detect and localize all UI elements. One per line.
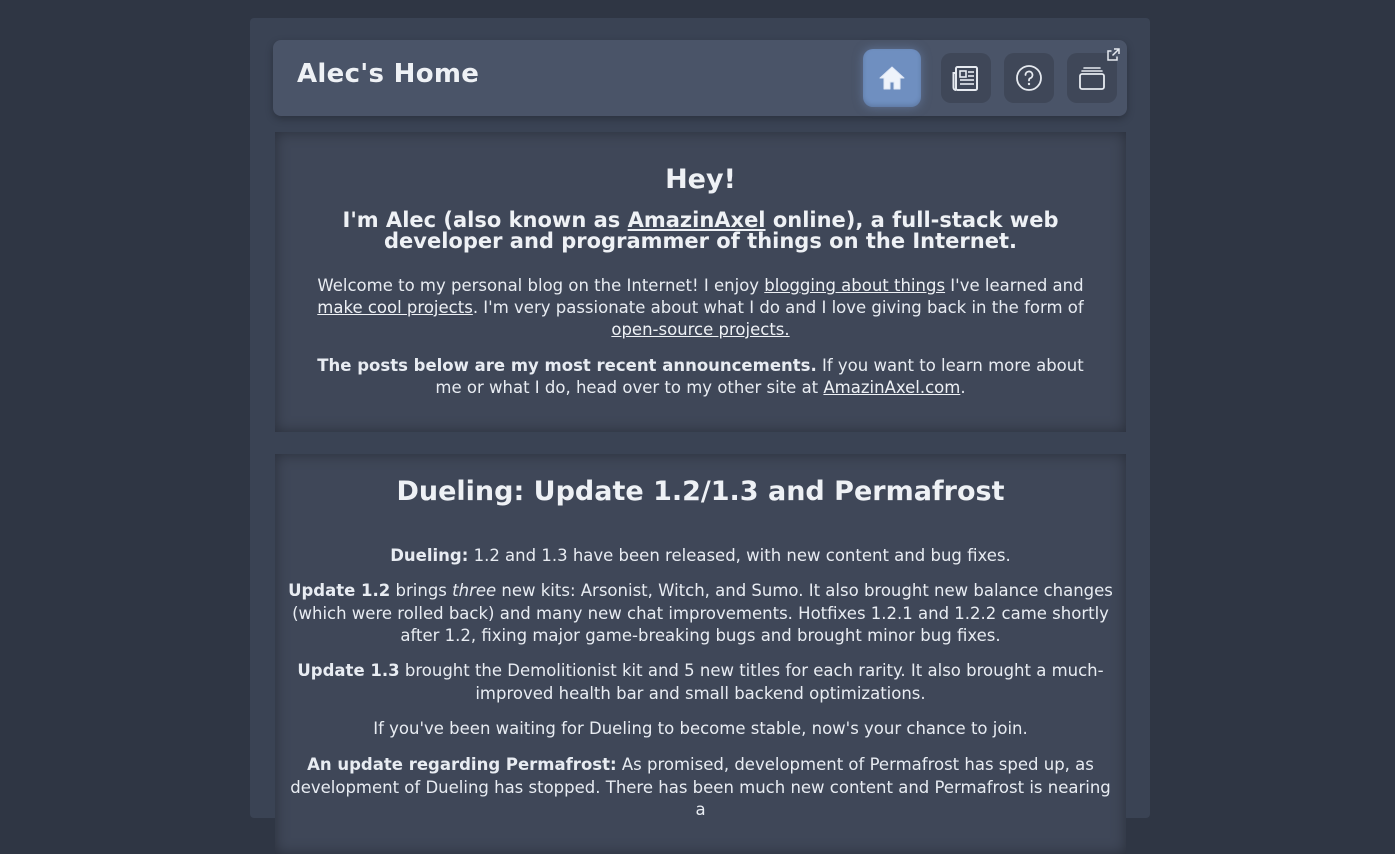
post-emphasis-three: three: [452, 581, 497, 600]
site-header: Alec's Home: [273, 40, 1127, 116]
nav-external-site-button[interactable]: [1067, 48, 1120, 103]
nav-home-button[interactable]: [863, 49, 921, 107]
amazinaxel-com-link[interactable]: AmazinAxel.com: [823, 378, 960, 397]
open-source-link[interactable]: open-source projects.: [611, 320, 789, 339]
post-paragraph-3: Update 1.3 brought the Demolitionist kit…: [283, 660, 1118, 705]
welcome-text-3: . I'm very passionate about what I do an…: [472, 298, 1084, 317]
newspaper-icon: [951, 63, 981, 93]
cards-icon: [1077, 63, 1107, 93]
post-paragraph-2: Update 1.2 brings three new kits: Arsoni…: [283, 580, 1118, 648]
post-bold-permafrost: An update regarding Permafrost:: [307, 755, 617, 774]
announcements-bold-text: The posts below are my most recent annou…: [317, 356, 817, 375]
page-container: Alec's Home Hey! I'm Alec (also known as…: [250, 18, 1150, 854]
intro-card: Hey! I'm Alec (also known as AmazinAxel …: [275, 132, 1126, 432]
blogging-link[interactable]: blogging about things: [764, 276, 945, 295]
projects-link[interactable]: make cool projects: [317, 298, 473, 317]
post-bold-dueling: Dueling:: [390, 546, 469, 565]
intro-tagline: I'm Alec (also known as AmazinAxel onlin…: [305, 210, 1096, 252]
intro-paragraph-announcements: The posts below are my most recent annou…: [303, 355, 1098, 399]
nav-help-button[interactable]: [1004, 53, 1054, 103]
intro-paragraph-welcome: Welcome to my personal blog on the Inter…: [303, 275, 1098, 341]
post-bold-update-1-3: Update 1.3: [297, 661, 400, 680]
post-text-2a: brings: [390, 581, 453, 600]
post-text-1: 1.2 and 1.3 have been released, with new…: [468, 546, 1011, 565]
welcome-text-2: I've learned and: [945, 276, 1084, 295]
post-paragraph-5: An update regarding Permafrost: As promi…: [283, 754, 1118, 822]
intro-heading: Hey!: [665, 164, 736, 195]
post-title[interactable]: Dueling: Update 1.2/1.3 and Permafrost: [275, 476, 1126, 507]
post-text-3: brought the Demolitionist kit and 5 new …: [399, 661, 1104, 703]
external-link-icon: [1105, 47, 1121, 63]
home-icon: [877, 64, 907, 92]
post-paragraph-4: If you've been waiting for Dueling to be…: [373, 719, 1028, 738]
period: .: [960, 378, 966, 397]
nav-blog-button[interactable]: [941, 53, 991, 103]
site-title[interactable]: Alec's Home: [297, 59, 479, 89]
post-paragraph-1: Dueling: 1.2 and 1.3 have been released,…: [283, 545, 1118, 568]
post-card: Dueling: Update 1.2/1.3 and Permafrost D…: [275, 454, 1126, 854]
help-icon: [1014, 63, 1044, 93]
welcome-text: Welcome to my personal blog on the Inter…: [317, 276, 765, 295]
post-bold-update-1-2: Update 1.2: [288, 581, 391, 600]
